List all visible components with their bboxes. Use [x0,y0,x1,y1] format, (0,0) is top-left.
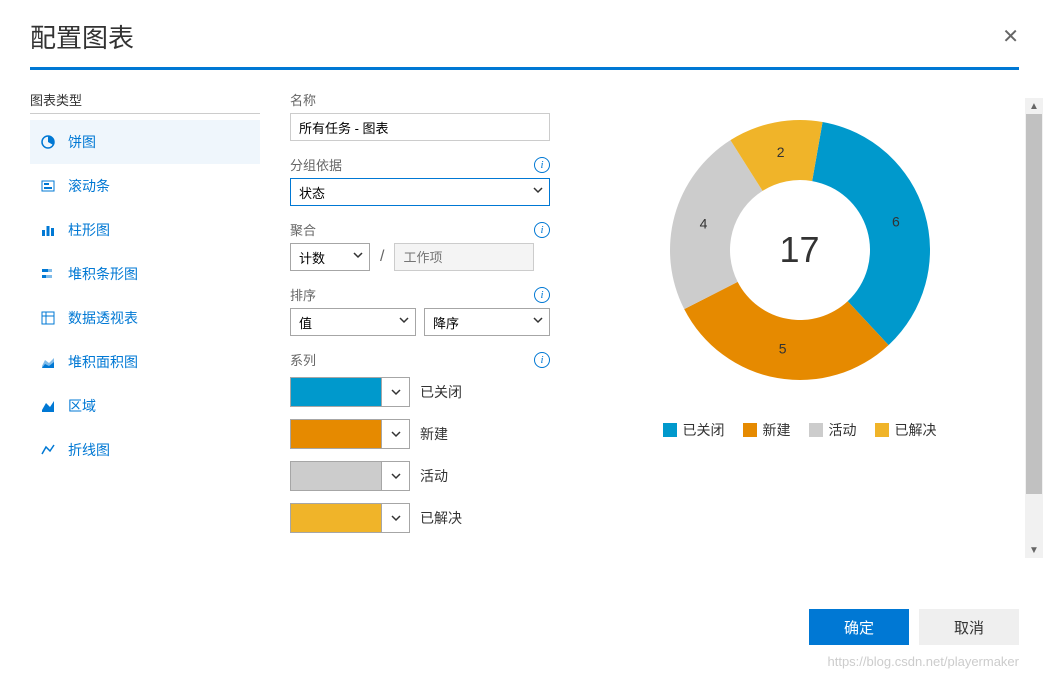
donut-chart: 6 5 4 2 17 [650,100,950,400]
series-color-select[interactable] [290,419,410,449]
chevron-down-icon [381,420,409,448]
chart-type-list: 饼图 滚动条 柱形图 堆积条形图 数据透视表 [30,120,260,472]
legend-swatch [663,423,677,437]
area-icon [40,398,56,414]
chart-legend: 已关闭 新建 活动 已解决 [663,420,937,440]
info-icon[interactable]: i [534,352,550,368]
legend-item: 已解决 [875,420,937,440]
color-swatch [291,462,381,490]
name-input[interactable] [290,113,550,141]
legend-swatch [809,423,823,437]
agg-label: 聚合 [290,220,316,239]
chevron-down-icon [381,462,409,490]
pie-icon [40,134,56,150]
legend-label: 新建 [763,420,791,440]
legend-item: 活动 [809,420,857,440]
legend-item: 已关闭 [663,420,725,440]
chart-type-scroll[interactable]: 滚动条 [30,164,260,208]
close-icon: ✕ [1002,26,1019,48]
legend-item: 新建 [743,420,791,440]
ok-button[interactable]: 确定 [809,609,909,645]
name-label: 名称 [290,90,550,109]
color-swatch [291,504,381,532]
series-label: 系列 [290,350,316,369]
color-swatch [291,420,381,448]
legend-label: 已关闭 [683,420,725,440]
cancel-button[interactable]: 取消 [919,609,1019,645]
info-icon[interactable]: i [534,157,550,173]
color-swatch [291,378,381,406]
series-item: 已关闭 [290,377,550,407]
series-label: 新建 [420,424,448,444]
dialog-title: 配置图表 [30,18,134,55]
line-icon [40,442,56,458]
sort-label: 排序 [290,285,316,304]
sort-dir-select[interactable]: 降序 [424,308,550,336]
agg-of-input [394,243,534,271]
stacked-area-icon [40,354,56,370]
series-color-select[interactable] [290,377,410,407]
chart-type-line[interactable]: 折线图 [30,428,260,472]
chart-type-section-label: 图表类型 [30,90,260,114]
series-color-select[interactable] [290,461,410,491]
chart-type-label: 区域 [68,396,96,416]
chart-type-pivot[interactable]: 数据透视表 [30,296,260,340]
scroll-icon [40,178,56,194]
slice-value: 2 [776,144,784,160]
chart-type-label: 堆积面积图 [68,352,138,372]
info-icon[interactable]: i [534,287,550,303]
series-item: 已解决 [290,503,550,533]
series-label: 已解决 [420,508,462,528]
scrollbar[interactable]: ▲ ▼ [1025,98,1043,558]
donut-total: 17 [750,200,850,300]
legend-swatch [743,423,757,437]
slice-value: 4 [699,216,707,232]
sort-by-select[interactable]: 值 [290,308,416,336]
group-select[interactable]: 状态 [290,178,550,206]
agg-select[interactable]: 计数 [290,243,370,271]
chevron-down-icon [381,504,409,532]
chart-type-label: 数据透视表 [68,308,138,328]
scrollbar-thumb[interactable] [1026,114,1042,494]
pivot-icon [40,310,56,326]
chart-type-area[interactable]: 区域 [30,384,260,428]
series-color-select[interactable] [290,503,410,533]
header-divider [30,67,1019,70]
series-item: 新建 [290,419,550,449]
chart-type-stacked-bar[interactable]: 堆积条形图 [30,252,260,296]
scroll-down-icon[interactable]: ▼ [1025,542,1043,558]
watermark: https://blog.csdn.net/playermaker [828,654,1020,669]
info-icon[interactable]: i [534,222,550,238]
column-icon [40,222,56,238]
chart-type-column[interactable]: 柱形图 [30,208,260,252]
series-item: 活动 [290,461,550,491]
chart-type-label: 饼图 [68,132,96,152]
slice-value: 5 [778,340,786,356]
series-label: 活动 [420,466,448,486]
legend-swatch [875,423,889,437]
scroll-up-icon[interactable]: ▲ [1025,98,1043,114]
chart-type-label: 柱形图 [68,220,110,240]
legend-label: 活动 [829,420,857,440]
close-button[interactable]: ✕ [1002,27,1019,47]
chart-type-stacked-area[interactable]: 堆积面积图 [30,340,260,384]
agg-slash: / [380,248,384,266]
group-label: 分组依据 [290,155,342,174]
slice-value: 6 [891,214,899,230]
series-label: 已关闭 [420,382,462,402]
chevron-down-icon [381,378,409,406]
chart-type-label: 堆积条形图 [68,264,138,284]
chart-type-label: 滚动条 [68,176,110,196]
legend-label: 已解决 [895,420,937,440]
chart-type-pie[interactable]: 饼图 [30,120,260,164]
chart-type-label: 折线图 [68,440,110,460]
stacked-bar-icon [40,266,56,282]
